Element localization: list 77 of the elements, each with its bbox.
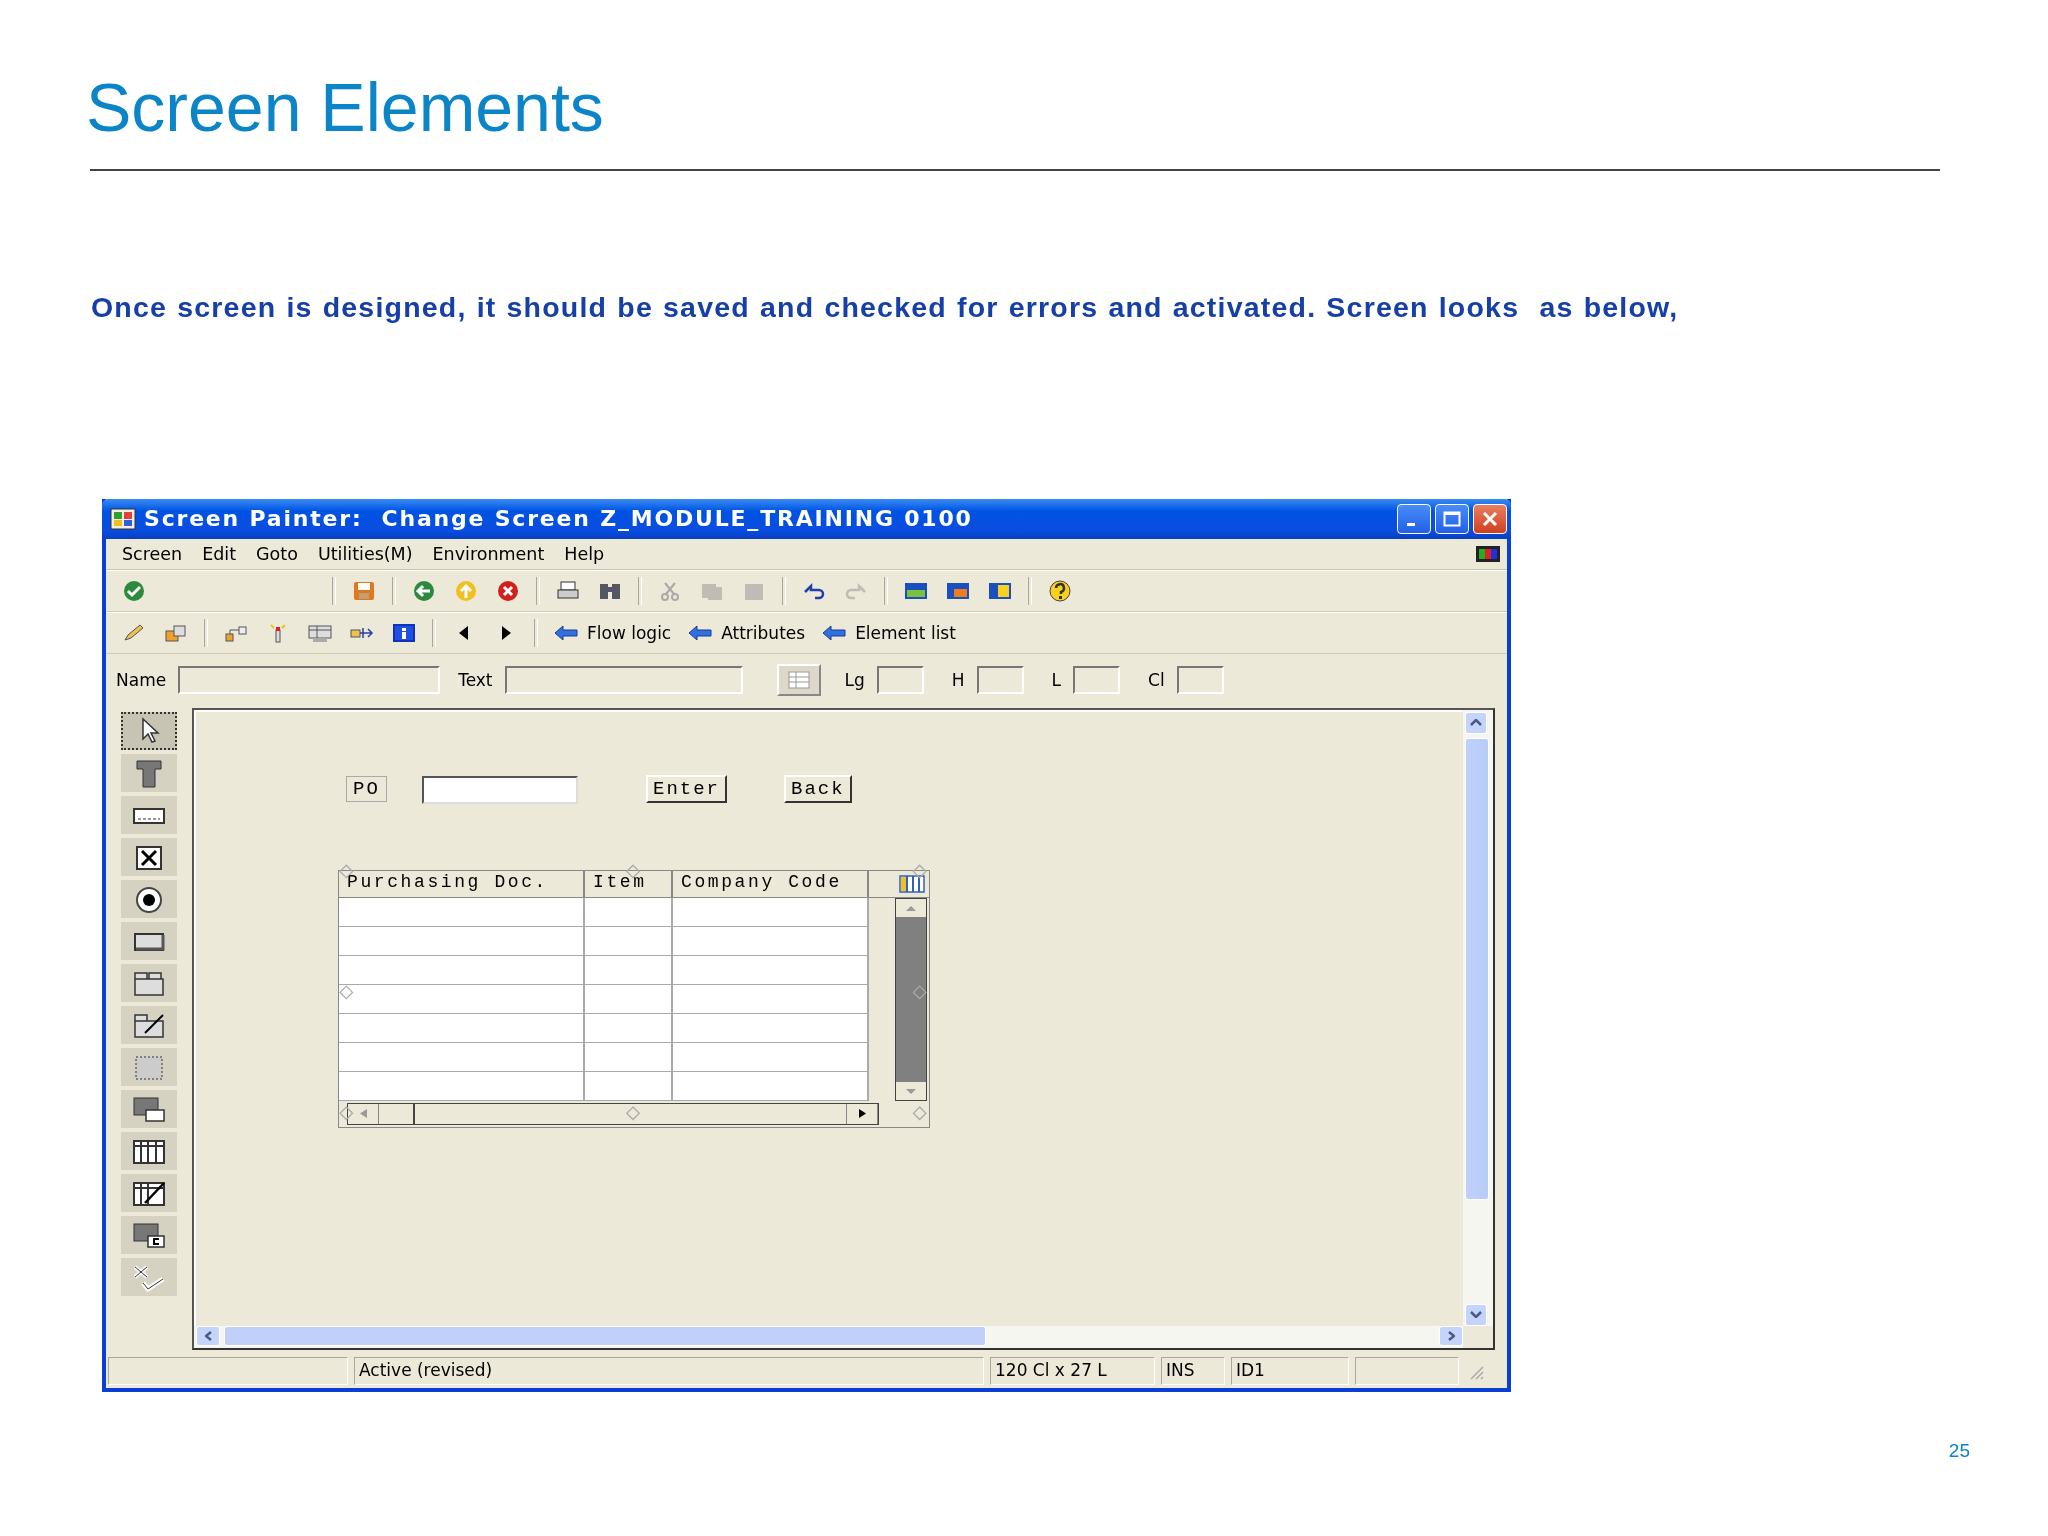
vertical-scrollbar[interactable] — [895, 897, 927, 1101]
push-button[interactable]: Enter — [646, 774, 727, 803]
maximize-button[interactable] — [1435, 503, 1469, 534]
scroll-down-icon — [1470, 1311, 1482, 1319]
printer-icon — [555, 579, 581, 602]
vertical-scrollbar[interactable] — [1463, 709, 1493, 1326]
field-label: H — [951, 669, 965, 690]
status-text: ID1 — [1231, 1356, 1349, 1385]
input-field[interactable] — [976, 665, 1024, 694]
info-icon — [391, 621, 417, 644]
menu-item[interactable]: Help — [554, 543, 615, 564]
palette-tool[interactable] — [121, 1089, 177, 1128]
field-label: Name — [116, 669, 167, 690]
table-settings-icon — [899, 873, 925, 894]
column-header: Purchasing Doc. — [339, 870, 585, 897]
input-field[interactable] — [504, 665, 743, 694]
palette-tool[interactable] — [121, 921, 177, 960]
column-header: Company Code — [673, 870, 869, 897]
scroll-thumb[interactable] — [1465, 737, 1489, 1201]
status-text: Active (revised) — [354, 1356, 984, 1385]
maximize-icon — [1443, 510, 1461, 527]
check-icon — [121, 579, 147, 602]
input-field[interactable] — [1176, 665, 1224, 694]
input-field[interactable] — [876, 665, 924, 694]
scroll-left-icon — [204, 1330, 212, 1341]
help-icon — [1047, 579, 1073, 602]
minimize-icon — [1407, 523, 1415, 527]
scroll-up-icon — [1470, 719, 1482, 727]
scroll-right-icon — [858, 1109, 866, 1119]
scroll-thumb[interactable] — [224, 1325, 987, 1346]
page-number: 25 — [1948, 1439, 1970, 1462]
input-field[interactable] — [422, 775, 578, 804]
toolbar-button[interactable]: Element list — [816, 619, 961, 646]
menu-item[interactable]: Utilities(M) — [307, 543, 423, 564]
column-header: Item — [585, 870, 673, 897]
scroll-left-icon — [359, 1109, 367, 1119]
field-label: Cl — [1148, 669, 1165, 690]
palette-tool[interactable] — [121, 1173, 177, 1212]
palette-tool[interactable] — [121, 1005, 177, 1044]
cancel-icon — [495, 579, 521, 602]
status-text: INS — [1161, 1356, 1225, 1385]
close-button[interactable] — [1473, 503, 1507, 534]
menu-item[interactable]: Edit — [192, 543, 247, 564]
palette-tool[interactable] — [121, 837, 177, 876]
back-icon — [411, 579, 437, 602]
list-icon — [786, 669, 811, 690]
field-label: Text — [458, 669, 493, 690]
field-label: L — [1051, 669, 1062, 690]
window-title: Screen Painter: Change Screen Z_MODULE_TRAINING 0100 — [144, 506, 973, 532]
slide-title: Screen Elements — [86, 70, 604, 145]
palette-tool[interactable] — [121, 711, 177, 750]
scroll-right-icon — [1447, 1330, 1455, 1341]
menu-item[interactable]: Screen — [112, 543, 193, 564]
toolbar-button[interactable]: Flow logic — [548, 619, 677, 646]
palette-tool[interactable] — [121, 795, 177, 834]
app-icon — [110, 506, 136, 531]
field-label: Lg — [844, 669, 865, 690]
toolbar-button[interactable]: Attributes — [682, 619, 811, 646]
slide-text: Once screen is designed, it should be saved and checked for errors and activated. Screen looks as below, — [91, 290, 1679, 324]
list-button[interactable] — [776, 663, 821, 696]
palette-tool[interactable] — [121, 1215, 177, 1254]
palette-tool[interactable] — [121, 879, 177, 918]
menu-item[interactable]: Environment — [422, 543, 555, 564]
push-button[interactable]: Back — [784, 774, 852, 803]
palette-tool[interactable] — [121, 753, 177, 792]
save-icon — [351, 579, 377, 602]
input-field[interactable] — [178, 665, 441, 694]
status-text: 120 Cl x 27 L — [990, 1356, 1155, 1385]
horizontal-scrollbar[interactable] — [347, 1102, 879, 1125]
input-field[interactable] — [1073, 665, 1121, 694]
layout-menu-icon — [1475, 544, 1501, 563]
close-icon — [1482, 510, 1498, 527]
field-label: PO — [346, 775, 387, 802]
palette-tool[interactable] — [121, 1131, 177, 1170]
horizontal-scrollbar[interactable] — [194, 1325, 1463, 1348]
menu-item[interactable]: Goto — [246, 543, 308, 564]
minimize-button[interactable] — [1397, 503, 1431, 534]
